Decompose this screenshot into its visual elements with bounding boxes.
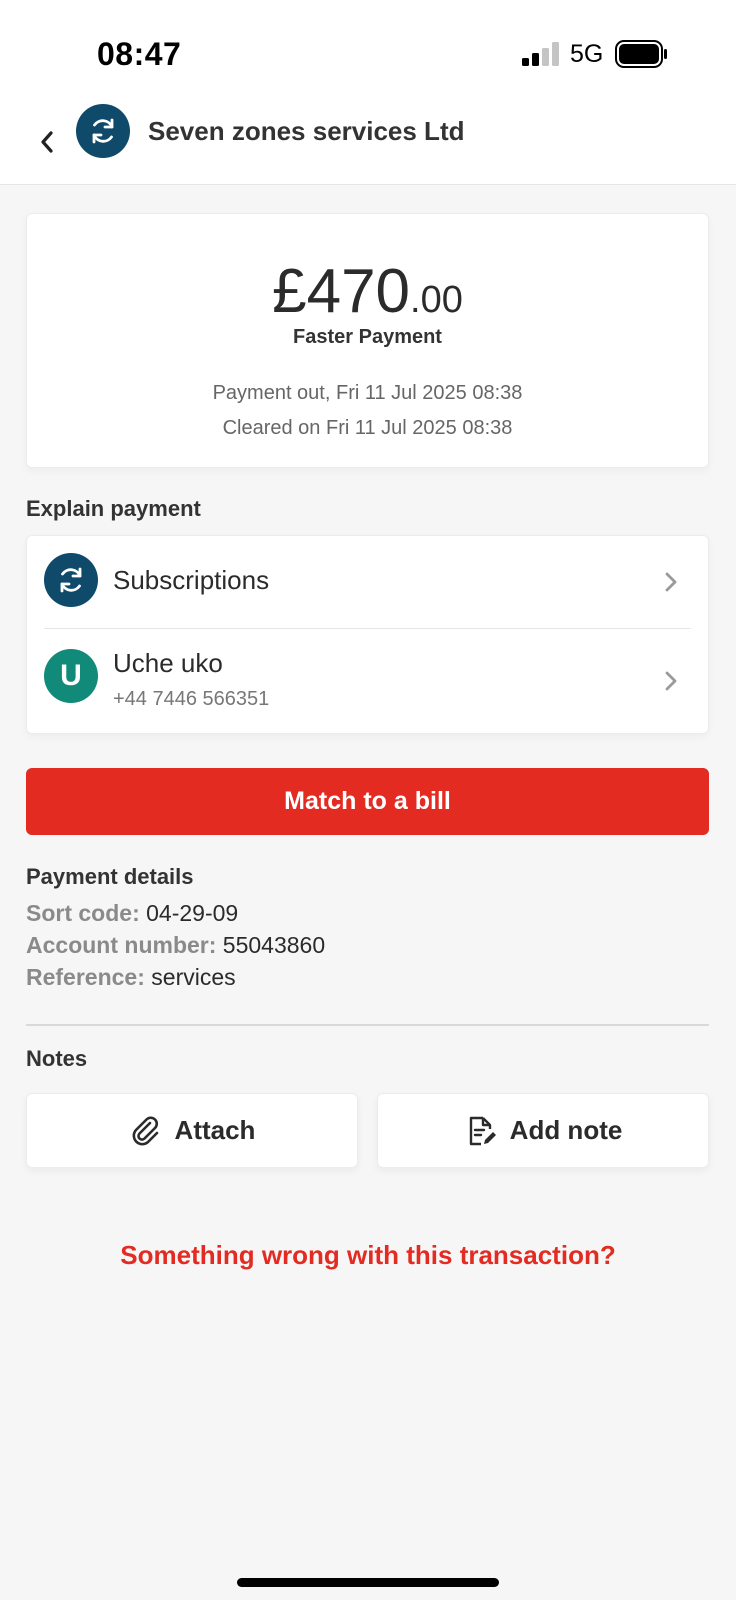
sync-icon xyxy=(60,567,82,593)
page-title: Seven zones services Ltd xyxy=(148,116,465,146)
section-divider xyxy=(26,1024,709,1026)
cleared-date: Cleared on Fri 11 Jul 2025 08:38 xyxy=(222,417,513,439)
add-note-button[interactable]: Add note xyxy=(377,1093,709,1168)
merchant-avatar xyxy=(76,104,130,158)
status-bar: 08:47 5G xyxy=(0,0,736,100)
sort-code-label: Sort code: xyxy=(26,900,140,926)
add-note-label: Add note xyxy=(509,1115,623,1145)
chevron-left-icon xyxy=(41,131,53,153)
account-number-value: 55043860 xyxy=(222,932,326,958)
category-avatar xyxy=(44,553,98,607)
category-row[interactable]: Subscriptions xyxy=(27,536,708,628)
explain-payment-card: Subscriptions U Uche uko +44 7446 566351 xyxy=(26,535,709,734)
contact-avatar: U xyxy=(44,649,98,703)
network-label: 5G xyxy=(570,40,604,68)
transaction-summary-card: £470.00 Faster Payment Payment out, Fri … xyxy=(26,213,709,468)
sort-code-value: 04-29-09 xyxy=(146,900,239,926)
battery-icon xyxy=(615,40,667,68)
amount-minor: .00 xyxy=(410,279,463,321)
chevron-right-icon xyxy=(665,572,677,592)
signal-icon xyxy=(522,42,559,66)
contact-name: Uche uko xyxy=(113,648,223,678)
payment-details-heading: Payment details xyxy=(26,864,194,889)
chevron-right-icon xyxy=(665,671,677,691)
sync-icon xyxy=(92,118,114,144)
header: Seven zones services Ltd xyxy=(0,100,736,185)
payment-out-date: Payment out, Fri 11 Jul 2025 08:38 xyxy=(212,382,523,404)
paperclip-icon xyxy=(132,1116,158,1145)
sort-code-line: Sort code: 04-29-09 xyxy=(26,900,238,927)
home-indicator[interactable] xyxy=(237,1578,499,1587)
note-edit-icon xyxy=(469,1116,496,1145)
reference-line: Reference: services xyxy=(26,964,236,991)
attach-label: Attach xyxy=(174,1115,256,1145)
amount-major: £470 xyxy=(272,257,411,326)
reference-value: services xyxy=(151,964,236,990)
account-number-label: Account number: xyxy=(26,932,217,958)
report-problem-link[interactable]: Something wrong with this transaction? xyxy=(0,1240,736,1271)
contact-phone: +44 7446 566351 xyxy=(113,688,270,710)
explain-payment-heading: Explain payment xyxy=(26,496,201,521)
category-label: Subscriptions xyxy=(113,565,270,595)
notes-heading: Notes xyxy=(26,1046,88,1071)
transaction-amount: £470.00 xyxy=(27,256,708,327)
match-to-bill-button[interactable]: Match to a bill xyxy=(26,768,709,835)
reference-label: Reference: xyxy=(26,964,145,990)
contact-row[interactable]: U Uche uko +44 7446 566351 xyxy=(27,628,708,735)
status-time: 08:47 xyxy=(97,36,182,72)
back-button[interactable] xyxy=(30,120,64,164)
payment-type: Faster Payment xyxy=(293,326,442,348)
attach-button[interactable]: Attach xyxy=(26,1093,358,1168)
account-number-line: Account number: 55043860 xyxy=(26,932,325,959)
